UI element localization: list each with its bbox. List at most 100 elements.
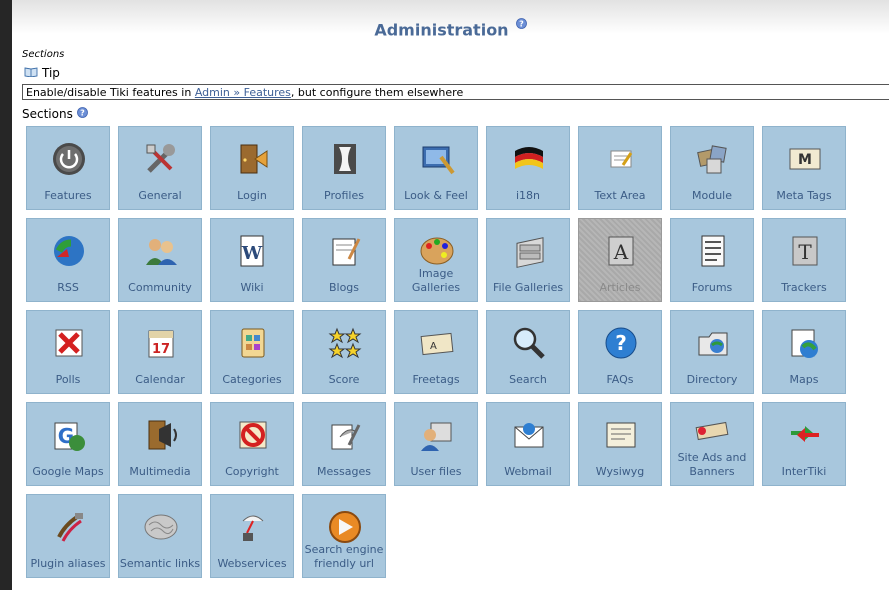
section-tile-directory[interactable]: Directory [670, 310, 754, 394]
section-tile-community[interactable]: Community [118, 218, 202, 302]
svg-text:?: ? [519, 19, 524, 28]
magnifier-icon [509, 323, 549, 363]
admin-features-link[interactable]: Admin » Features [195, 86, 291, 99]
section-tile-label: Categories [222, 373, 282, 386]
section-tile-profiles[interactable]: Profiles [302, 126, 386, 210]
section-tile-label: Meta Tags [776, 189, 832, 202]
admin-page: Administration ? Sections Tip Enable/dis… [12, 0, 889, 590]
section-tile-label: Trackers [781, 281, 827, 294]
section-tile-image-galleries[interactable]: Image Galleries [394, 218, 478, 302]
section-tile-wiki[interactable]: W Wiki [210, 218, 294, 302]
section-tile-module[interactable]: Module [670, 126, 754, 210]
flag-icon [509, 139, 549, 179]
section-tile-label: RSS [57, 281, 79, 294]
power-icon [49, 139, 89, 179]
section-tile-label: Webmail [504, 465, 552, 478]
brain-icon [141, 507, 181, 547]
section-tile-polls[interactable]: Polls [26, 310, 110, 394]
section-tile-forums[interactable]: Forums [670, 218, 754, 302]
section-tile-label: Site Ads and Banners [677, 451, 747, 478]
section-tile-wysiwyg[interactable]: Wysiwyg [578, 402, 662, 486]
section-tile-label: Search engine friendly url [304, 543, 384, 570]
section-tile-trackers[interactable]: T Trackers [762, 218, 846, 302]
webmail-icon [509, 415, 549, 455]
tip-text-before: Enable/disable Tiki features in [26, 86, 195, 99]
section-tile-label: File Galleries [492, 281, 564, 294]
section-tile-label: Calendar [135, 373, 185, 386]
page-header: Administration ? [12, 14, 889, 39]
section-tile-copyright[interactable]: Copyright [210, 402, 294, 486]
section-tile-label: Multimedia [129, 465, 191, 478]
section-tile-label: Community [128, 281, 192, 294]
section-tile-rss[interactable]: RSS [26, 218, 110, 302]
section-tile-meta-tags[interactable]: M Meta Tags [762, 126, 846, 210]
section-tile-calendar[interactable]: 17 Calendar [118, 310, 202, 394]
section-tile-features[interactable]: Features [26, 126, 110, 210]
section-tile-text-area[interactable]: Text Area [578, 126, 662, 210]
section-tile-categories[interactable]: Categories [210, 310, 294, 394]
section-tile-maps[interactable]: Maps [762, 310, 846, 394]
trackers-icon: T [785, 231, 825, 271]
section-tile-label: Copyright [225, 465, 279, 478]
section-tile-label: InterTiki [781, 465, 827, 478]
section-tile-webservices[interactable]: Webservices [210, 494, 294, 578]
section-tile-search[interactable]: Search [486, 310, 570, 394]
section-tile-label: i18n [515, 189, 541, 202]
section-tile-score[interactable]: Score [302, 310, 386, 394]
sections-help-icon[interactable]: ? [76, 107, 88, 121]
section-tile-label: Messages [317, 465, 371, 478]
section-tile-label: Forums [691, 281, 733, 294]
file-cabinet-icon [509, 231, 549, 271]
book-icon [24, 66, 38, 80]
tip-box: Enable/disable Tiki features in Admin » … [22, 84, 889, 100]
left-dark-strip [0, 0, 12, 590]
question-icon: ? [601, 323, 641, 363]
section-tile-webmail[interactable]: Webmail [486, 402, 570, 486]
section-tile-semantic-links[interactable]: Semantic links [118, 494, 202, 578]
section-tile-label: Image Galleries [411, 267, 461, 294]
intertiki-icon [785, 415, 825, 455]
wysiwyg-icon [601, 415, 641, 455]
blogs-icon [325, 231, 365, 271]
section-tile-multimedia[interactable]: Multimedia [118, 402, 202, 486]
section-tile-site-ads-and-banners[interactable]: Site Ads and Banners [670, 402, 754, 486]
section-tile-label: Text Area [594, 189, 646, 202]
section-tile-faqs[interactable]: ? FAQs [578, 310, 662, 394]
section-tile-i18n[interactable]: i18n [486, 126, 570, 210]
login-door-icon [233, 139, 273, 179]
freetags-icon: A [417, 323, 457, 363]
section-tile-blogs[interactable]: Blogs [302, 218, 386, 302]
section-tile-google-maps[interactable]: G Google Maps [26, 402, 110, 486]
section-tile-file-galleries[interactable]: File Galleries [486, 218, 570, 302]
section-tile-articles[interactable]: A Articles [578, 218, 662, 302]
section-tile-login[interactable]: Login [210, 126, 294, 210]
section-tile-label: Freetags [412, 373, 460, 386]
section-tile-label: FAQs [606, 373, 634, 386]
rss-icon [49, 231, 89, 271]
section-tile-intertiki[interactable]: InterTiki [762, 402, 846, 486]
look-feel-icon [417, 139, 457, 179]
svg-text:A: A [430, 341, 437, 352]
section-tile-freetags[interactable]: A Freetags [394, 310, 478, 394]
palette-icon [417, 231, 457, 271]
section-tile-label: Features [44, 189, 92, 202]
help-icon[interactable]: ? [515, 14, 527, 33]
section-tile-label: Plugin aliases [30, 557, 106, 570]
section-tile-search-engine-friendly-url[interactable]: Search engine friendly url [302, 494, 386, 578]
section-tile-messages[interactable]: Messages [302, 402, 386, 486]
svg-text:A: A [613, 240, 629, 264]
admin-sections-grid: Features General Login Profiles Look & Feel i… [26, 126, 846, 578]
section-tile-general[interactable]: General [118, 126, 202, 210]
section-tile-label: Profiles [324, 189, 364, 202]
section-tile-plugin-aliases[interactable]: Plugin aliases [26, 494, 110, 578]
section-tile-user-files[interactable]: User files [394, 402, 478, 486]
articles-icon: A [601, 231, 641, 271]
stars-icon [325, 323, 365, 363]
profiles-icon [325, 139, 365, 179]
section-tile-look-feel[interactable]: Look & Feel [394, 126, 478, 210]
section-tile-label: Webservices [217, 557, 287, 570]
tools-icon [141, 139, 181, 179]
directory-icon [693, 323, 733, 363]
text-area-icon [601, 139, 641, 179]
sefurl-icon [325, 507, 365, 547]
